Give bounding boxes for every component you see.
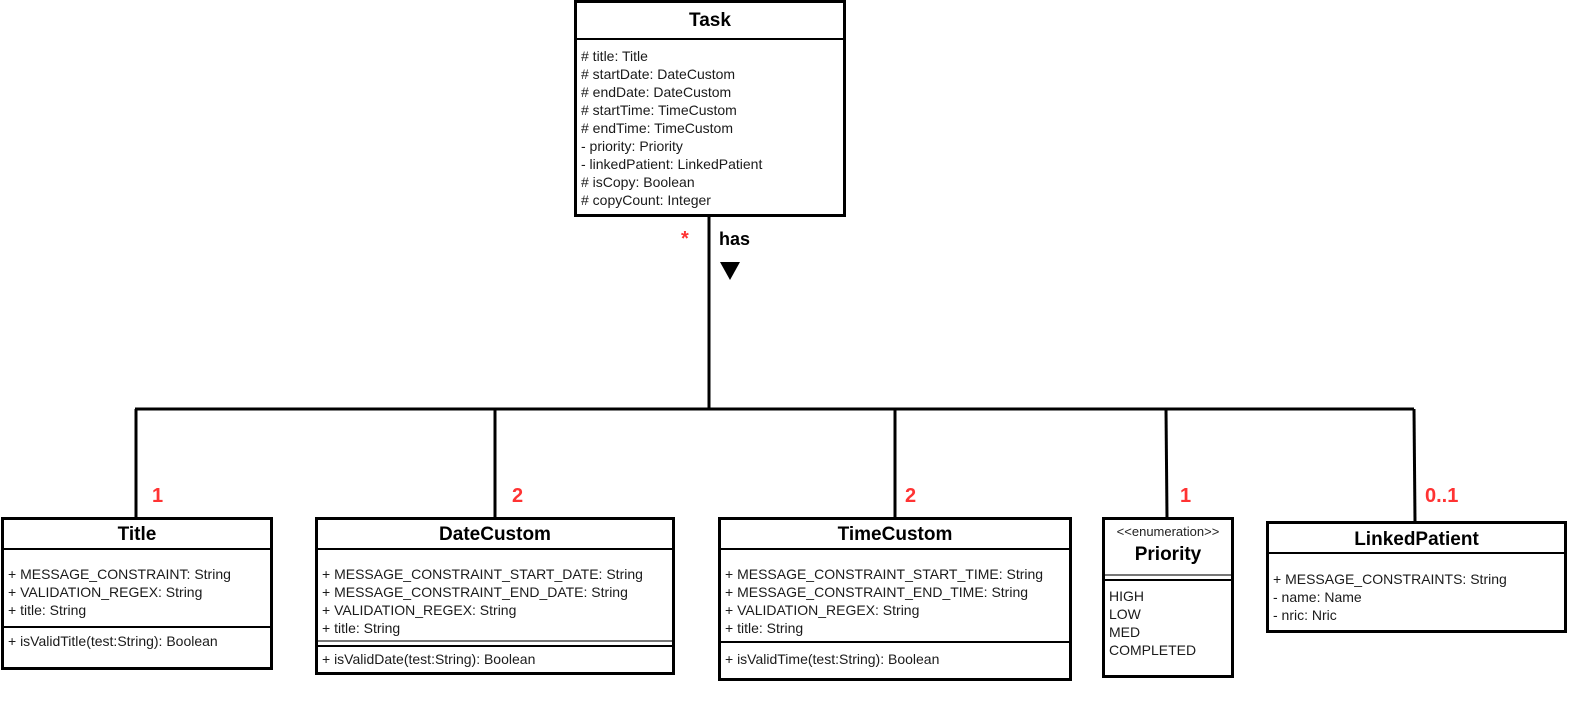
- branch-linkedpatient-line: [1412, 408, 1417, 523]
- method: + isValidDate(test:String): Boolean: [322, 651, 536, 667]
- attribute: + title: String: [725, 620, 804, 636]
- attribute: # startTime: TimeCustom: [581, 102, 737, 118]
- class-name: DateCustom: [439, 524, 551, 545]
- enum-value: LOW: [1109, 606, 1141, 622]
- attribute: + VALIDATION_REGEX: String: [725, 602, 920, 618]
- attribute: + title: String: [8, 602, 87, 618]
- attribute: # startDate: DateCustom: [581, 66, 736, 82]
- attribute: # isCopy: Boolean: [581, 174, 695, 190]
- attribute: + MESSAGE_CONSTRAINTS: String: [1273, 571, 1507, 587]
- multiplicity-timecustom: 2: [905, 485, 917, 507]
- attributes: + MESSAGE_CONSTRAINTS: String - name: Na…: [1269, 554, 1564, 624]
- class-name: Task: [689, 10, 731, 31]
- class-name: Priority: [1134, 544, 1202, 565]
- method: + isValidTime(test:String): Boolean: [725, 651, 940, 667]
- class-title[interactable]: Title + MESSAGE_CONSTRAINT: String + VAL…: [1, 517, 273, 670]
- class-linkedpatient[interactable]: LinkedPatient + MESSAGE_CONSTRAINTS: Str…: [1266, 521, 1567, 633]
- attribute: + MESSAGE_CONSTRAINT_START_TIME: String: [725, 566, 1044, 582]
- class-name: Title: [117, 524, 157, 545]
- attribute: + MESSAGE_CONSTRAINT: String: [8, 566, 231, 582]
- attribute: + VALIDATION_REGEX: String: [322, 602, 517, 618]
- attribute: - name: Name: [1273, 589, 1362, 605]
- attribute: - nric: Nric: [1273, 607, 1337, 623]
- class-name: LinkedPatient: [1354, 529, 1479, 550]
- class-datecustom[interactable]: DateCustom + MESSAGE_CONSTRAINT_START_DA…: [315, 517, 675, 675]
- multiplicity-priority: 1: [1180, 485, 1192, 507]
- branch-priority-line: [1164, 408, 1169, 519]
- attributes: # title: Title # startDate: DateCustom #…: [577, 40, 843, 209]
- enum-value: HIGH: [1109, 588, 1144, 604]
- class-task[interactable]: Task # title: Title # startDate: DateCus…: [574, 0, 846, 217]
- attributes: + MESSAGE_CONSTRAINT: String + VALIDATIO…: [4, 550, 270, 626]
- methods: + isValidTime(test:String): Boolean: [721, 643, 1069, 668]
- class-timecustom[interactable]: TimeCustom + MESSAGE_CONSTRAINT_START_TI…: [718, 517, 1072, 681]
- multiplicity-source: *: [681, 228, 689, 250]
- enum-value: COMPLETED: [1109, 642, 1197, 658]
- method: + isValidTitle(test:String): Boolean: [8, 633, 218, 649]
- attribute: - linkedPatient: LinkedPatient: [581, 156, 763, 172]
- multiplicity-datecustom: 2: [512, 485, 524, 507]
- attribute: + MESSAGE_CONSTRAINT_START_DATE: String: [322, 566, 643, 582]
- attribute: + VALIDATION_REGEX: String: [8, 584, 203, 600]
- attributes: + MESSAGE_CONSTRAINT_START_DATE: String …: [318, 550, 672, 645]
- enum-priority[interactable]: <<enumeration>> Priority HIGH LOW MED CO…: [1102, 517, 1234, 678]
- association-label: has: [719, 229, 751, 249]
- direction-arrow-icon: [720, 262, 740, 280]
- attributes: + MESSAGE_CONSTRAINT_START_TIME: String …: [721, 550, 1069, 641]
- enum-value: MED: [1109, 624, 1141, 640]
- multiplicity-linkedpatient: 0..1: [1425, 485, 1459, 507]
- attribute: # endDate: DateCustom: [581, 84, 732, 100]
- stereotype: <<enumeration>>: [1116, 524, 1220, 539]
- attribute: # endTime: TimeCustom: [581, 120, 733, 136]
- attribute: # title: Title: [581, 48, 648, 64]
- methods: + isValidDate(test:String): Boolean: [318, 647, 672, 668]
- multiplicity-title: 1: [152, 485, 164, 507]
- class-name: TimeCustom: [837, 524, 953, 545]
- attribute: - priority: Priority: [581, 138, 683, 154]
- attribute: + title: String: [322, 620, 401, 636]
- methods: + isValidTitle(test:String): Boolean: [4, 628, 270, 650]
- attribute: + MESSAGE_CONSTRAINT_END_TIME: String: [725, 584, 1029, 600]
- enum-values: HIGH LOW MED COMPLETED: [1105, 581, 1231, 659]
- attribute: + MESSAGE_CONSTRAINT_END_DATE: String: [322, 584, 628, 600]
- attribute: # copyCount: Integer: [581, 192, 711, 208]
